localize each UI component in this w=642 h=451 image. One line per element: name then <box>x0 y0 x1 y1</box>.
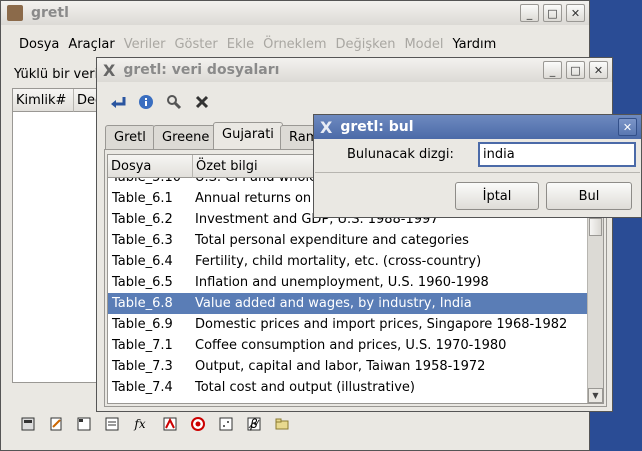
file-name-cell: Table_7.3 <box>112 359 173 374</box>
menu-model: Model <box>404 37 444 52</box>
file-name-cell: Table_6.9 <box>112 317 173 332</box>
file-summary-cell: Annual returns on ... <box>195 191 328 206</box>
close-button[interactable]: ✕ <box>566 4 585 22</box>
file-name-cell: Table_7.1 <box>112 338 173 353</box>
table-row[interactable]: Table_6.8 Value added and wages, by indus… <box>108 293 587 314</box>
table-row[interactable]: Table_7.4 Total cost and output (illustra… <box>108 377 587 398</box>
menu-degisken: Değişken <box>335 37 396 52</box>
file-name-cell: Table_6.5 <box>112 275 173 290</box>
terminal-icon[interactable] <box>75 415 93 433</box>
folder-icon[interactable] <box>273 415 291 433</box>
file-summary-cell: Domestic prices and import prices, Singa… <box>195 317 568 332</box>
tab-gretl[interactable]: Gretl <box>105 125 155 149</box>
menu-goster: Göster <box>174 37 218 52</box>
table-row[interactable]: Table_7.1 Coffee consumption and prices, … <box>108 335 587 356</box>
data-files-title: gretl: veri dosyaları <box>123 62 280 78</box>
table-row[interactable]: Table_6.5 Inflation and unemployment, U.S… <box>108 272 587 293</box>
column-dosya[interactable]: Dosya <box>108 155 192 178</box>
gretl-x-icon: X <box>103 60 116 80</box>
scroll-thumb[interactable] <box>589 218 602 236</box>
session-icon[interactable] <box>103 415 121 433</box>
gretl-x-icon: X <box>320 117 333 137</box>
file-summary-cell: Total cost and output (illustrative) <box>195 380 415 395</box>
edit-icon[interactable] <box>47 415 65 433</box>
table-row[interactable]: Table_7.3 Output, capital and labor, Taiw… <box>108 356 587 377</box>
status-label: Yüklü bir veri <box>14 67 99 82</box>
data-files-titlebar[interactable]: X gretl: veri dosyaları _ □ ✕ <box>97 58 612 82</box>
main-menubar: Dosya Araçlar Veriler Göster Ekle Örnekl… <box>19 37 505 52</box>
file-name-cell: Table_6.1 <box>112 191 173 206</box>
maximize-button[interactable]: □ <box>566 61 585 79</box>
file-summary-cell: Coffee consumption and prices, U.S. 1970… <box>195 338 507 353</box>
scroll-down-button[interactable]: ▼ <box>588 388 603 403</box>
file-summary-cell: Total personal expenditure and categorie… <box>195 233 469 248</box>
tab-gujarati[interactable]: Gujarati <box>213 122 283 149</box>
table-row[interactable]: Table_6.9 Domestic prices and import pric… <box>108 314 587 335</box>
open-icon[interactable] <box>109 93 127 111</box>
maximize-button[interactable]: □ <box>543 4 562 22</box>
file-name-cell: Table_7.4 <box>112 380 173 395</box>
file-summary-cell: Fertility, child mortality, etc. (cross-… <box>195 254 482 269</box>
find-button[interactable]: Bul <box>546 182 632 210</box>
close-button[interactable]: ✕ <box>589 61 608 79</box>
main-titlebar[interactable]: gretl _ □ ✕ <box>1 1 589 25</box>
menu-araclar[interactable]: Araçlar <box>68 37 114 52</box>
menu-dosya[interactable]: Dosya <box>19 37 59 52</box>
help-icon[interactable] <box>189 415 207 433</box>
file-name-cell: Table_6.3 <box>112 233 173 248</box>
find-window: X gretl: bul ✕ Bulunacak dizgi: İptal Bu… <box>313 114 642 218</box>
search-label: Bulunacak dizgi: <box>347 147 454 162</box>
file-summary-cell: Value added and wages, by industry, Indi… <box>195 296 472 311</box>
file-summary-cell: Output, capital and labor, Taiwan 1958-1… <box>195 359 486 374</box>
file-name-cell: Table_6.4 <box>112 254 173 269</box>
doc-icon[interactable] <box>217 415 235 433</box>
data-files-window: X gretl: veri dosyaları _ □ ✕ Gretl Gree… <box>96 57 613 412</box>
close-dialog-icon[interactable] <box>193 93 211 111</box>
gretl-app-icon <box>7 5 23 21</box>
search-icon[interactable] <box>165 93 183 111</box>
menu-yardim[interactable]: Yardım <box>452 37 496 52</box>
info-icon[interactable] <box>137 93 155 111</box>
cancel-button[interactable]: İptal <box>455 182 539 210</box>
menu-ekle: Ekle <box>226 37 255 52</box>
table-row[interactable]: Table_6.3 Total personal expenditure and … <box>108 230 587 251</box>
file-name-cell: Table_5.10 <box>112 178 181 185</box>
minimize-button[interactable]: _ <box>520 4 539 22</box>
close-button[interactable]: ✕ <box>618 118 637 136</box>
calculator-icon[interactable] <box>19 415 37 433</box>
file-summary-cell: Inflation and unemployment, U.S. 1960-19… <box>195 275 489 290</box>
find-title: gretl: bul <box>340 119 414 135</box>
minimize-button[interactable]: _ <box>543 61 562 79</box>
function-icon[interactable]: fx <box>131 415 149 433</box>
table-row[interactable]: Table_6.4 Fertility, child mortality, etc… <box>108 251 587 272</box>
file-name-cell: Table_6.8 <box>112 296 173 311</box>
tab-greene[interactable]: Greene <box>153 125 219 149</box>
file-name-cell: Table_6.2 <box>112 212 173 227</box>
search-input[interactable] <box>478 142 636 167</box>
menu-orneklem: Örneklem <box>263 37 327 52</box>
beta-icon[interactable]: β <box>245 415 263 433</box>
column-kimlik[interactable]: Kimlik# <box>13 89 73 112</box>
pdf-icon[interactable] <box>161 415 179 433</box>
find-titlebar[interactable]: X gretl: bul ✕ <box>314 115 641 139</box>
menu-veriler: Veriler <box>123 37 166 52</box>
main-window-title: gretl <box>31 5 69 21</box>
divider <box>315 172 640 173</box>
